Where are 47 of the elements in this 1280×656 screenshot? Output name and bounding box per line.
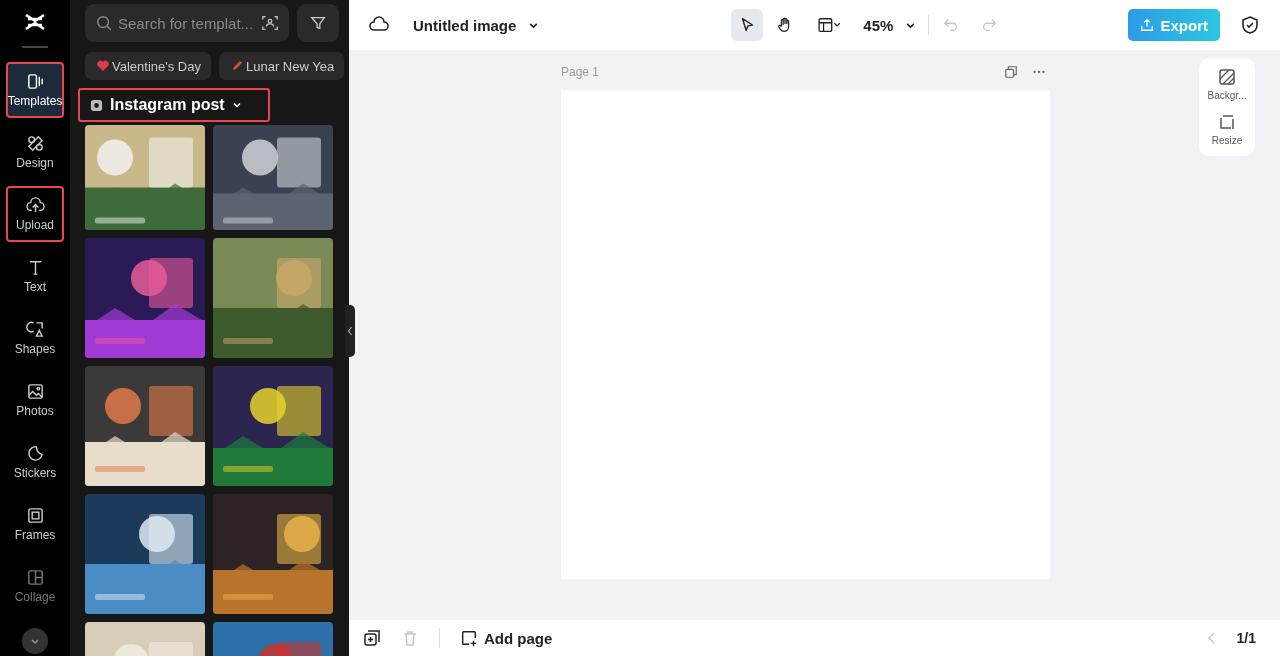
rail-tab[interactable]: Design xyxy=(6,124,64,180)
collapse-handle[interactable] xyxy=(345,305,355,357)
rail-tab[interactable]: Templates xyxy=(6,62,64,118)
shield-icon[interactable] xyxy=(1240,15,1260,35)
category-chip[interactable]: Lunar New Yea xyxy=(218,52,345,80)
resize-icon xyxy=(1218,113,1236,131)
add-page-button[interactable]: Add page xyxy=(460,629,553,647)
rail-tab[interactable]: Upload xyxy=(6,186,64,242)
pencil-icon xyxy=(230,60,243,72)
page-label: Page 1 xyxy=(561,65,600,79)
chevron-icon xyxy=(231,100,242,110)
filter-icon xyxy=(309,14,327,32)
camera-icon xyxy=(90,98,103,112)
panels-icon xyxy=(25,72,45,91)
filter-button[interactable] xyxy=(297,4,339,42)
sticker-icon xyxy=(25,444,45,463)
select-tool[interactable] xyxy=(731,9,764,41)
search-field[interactable]: Search for templat... xyxy=(85,4,289,42)
side-tool-button[interactable]: Backgr... xyxy=(1207,68,1247,101)
rail-tab[interactable]: Frames xyxy=(6,496,64,552)
category-chip[interactable]: Valentine's Day xyxy=(85,52,211,80)
rail-tab[interactable]: Shapes xyxy=(6,310,64,366)
rail-tab[interactable]: Photos xyxy=(6,372,64,428)
search-icon xyxy=(95,14,113,32)
rail-tab[interactable]: Stickers xyxy=(6,434,64,490)
document-title[interactable]: Untitled image xyxy=(401,16,517,34)
page-counter: 1/1 xyxy=(1236,630,1256,646)
add-icon[interactable] xyxy=(363,629,381,647)
image-icon xyxy=(25,382,45,401)
frame-icon xyxy=(25,506,45,525)
grid-icon xyxy=(25,568,45,587)
image-search-icon[interactable] xyxy=(261,14,279,32)
zoom-dropdown[interactable]: 45% xyxy=(857,16,923,34)
duplicate-icon[interactable] xyxy=(1004,65,1018,79)
heart-icon xyxy=(97,60,109,72)
add-page-icon xyxy=(460,629,478,647)
share-icon xyxy=(1140,18,1155,32)
rail-tab[interactable]: Text xyxy=(6,248,64,304)
redo-icon xyxy=(980,16,999,34)
shapes-icon xyxy=(25,320,45,339)
cloud-upload-icon xyxy=(25,196,45,215)
expand-button[interactable] xyxy=(22,628,48,654)
chevron-icon xyxy=(347,326,353,336)
category-dropdown[interactable]: Instagram post xyxy=(78,88,270,122)
hatched-square-icon xyxy=(1218,68,1236,86)
side-tool-button[interactable]: Resize xyxy=(1211,113,1243,146)
pen-tool-icon xyxy=(25,134,45,153)
